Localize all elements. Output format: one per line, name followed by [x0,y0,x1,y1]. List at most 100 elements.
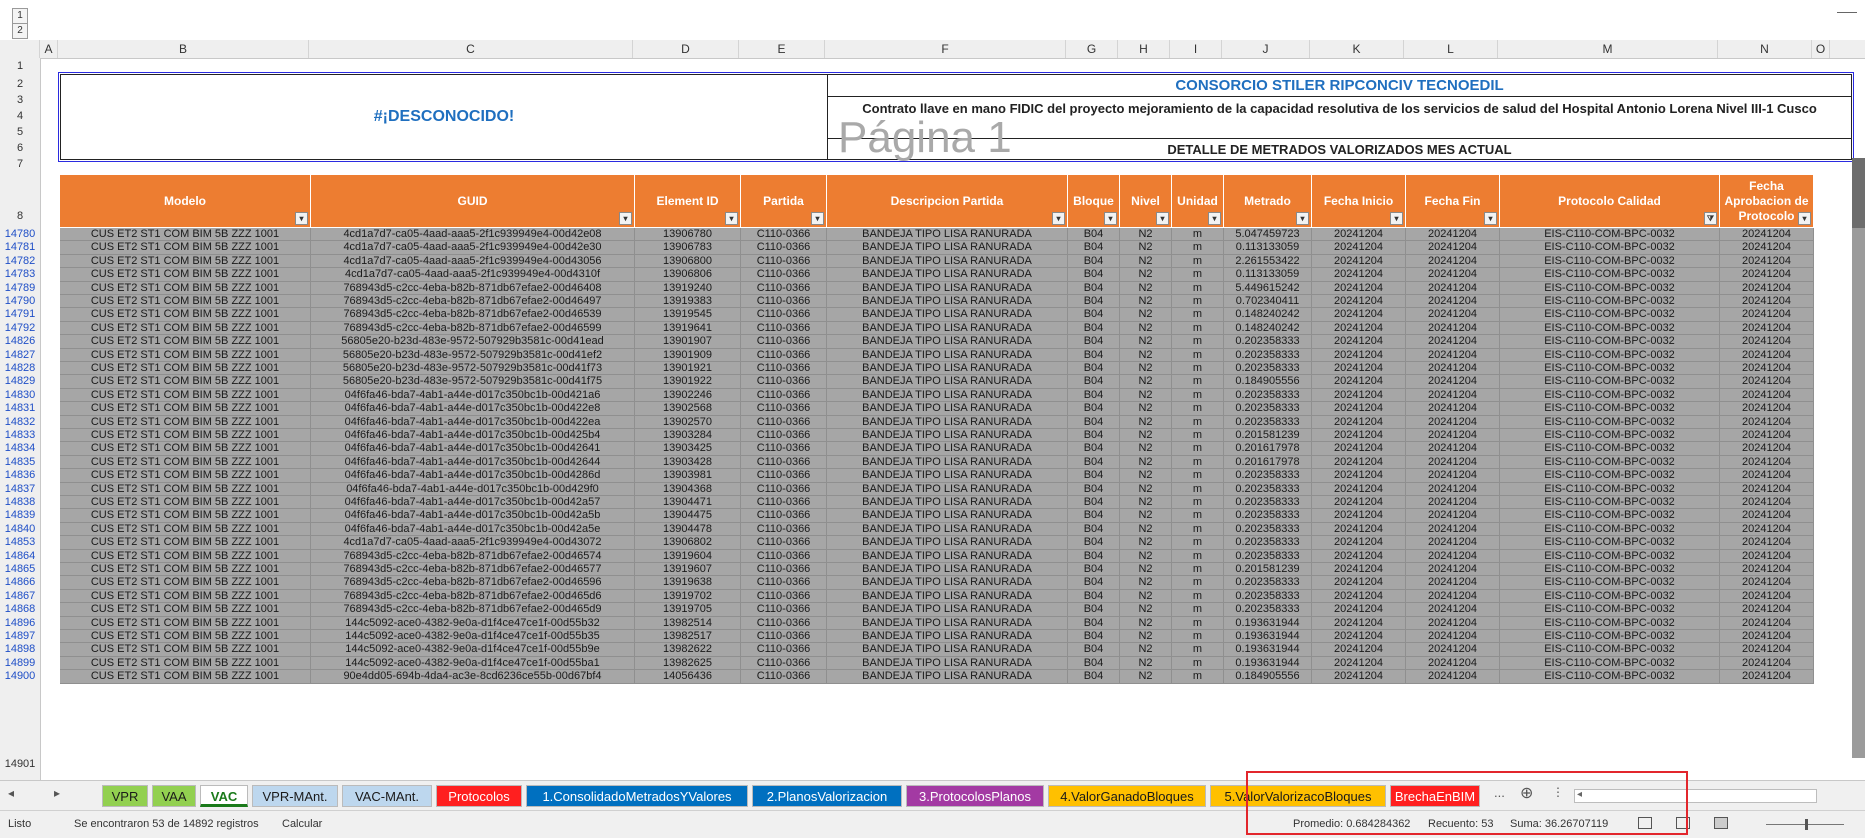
cell-unidad[interactable]: m [1172,402,1224,416]
cell-metrado[interactable]: 0.184905556 [1224,670,1312,684]
sheet-tab-vac-mant[interactable]: VAC-MAnt. [342,785,432,807]
cell-element-id[interactable]: 13904475 [635,509,741,523]
cell-element-id[interactable]: 13906806 [635,268,741,282]
cell-guid[interactable]: 56805e20-b23d-483e-9572-507929b3581c-00d… [311,362,635,376]
cell-partida[interactable]: C110-0366 [741,321,827,336]
filter-dropdown-icon[interactable]: ▾ [619,212,632,225]
cell-descripcion[interactable]: BANDEJA TIPO LISA RANURADA [827,469,1068,483]
cell-fecha-fin[interactable]: 20241204 [1406,522,1500,537]
cell-fecha-inicio[interactable]: 20241204 [1312,643,1406,657]
table-row[interactable]: CUS ET2 ST1 COM BIM 5B ZZZ 1001 768943d5-… [60,295,1850,309]
cell-bloque[interactable]: B04 [1068,469,1120,483]
zoom-slider-handle[interactable] [1805,819,1808,830]
cell-guid[interactable]: 768943d5-c2cc-4eba-b82b-871db67efae2-00d… [311,589,635,604]
cell-element-id[interactable]: 13982622 [635,643,741,657]
cell-metrado[interactable]: 0.193631944 [1224,643,1312,657]
cell-element-id[interactable]: 13906802 [635,536,741,550]
cell-metrado[interactable]: 0.148240242 [1224,308,1312,322]
cell-metrado[interactable]: 0.202358333 [1224,348,1312,362]
row-number[interactable]: 14901 [0,758,40,770]
cell-unidad[interactable]: m [1172,536,1224,550]
cell-metrado[interactable]: 0.202358333 [1224,335,1312,349]
cell-guid[interactable]: 04f6fa46-bda7-4ab1-a44e-d017c350bc1b-00d… [311,455,635,470]
cell-fecha-inicio[interactable]: 20241204 [1312,254,1406,269]
row-number[interactable]: 14853 [0,536,40,548]
cell-nivel[interactable]: N2 [1120,241,1172,255]
cell-fecha-fin[interactable]: 20241204 [1406,616,1500,630]
cell-guid[interactable]: 04f6fa46-bda7-4ab1-a44e-d017c350bc1b-00d… [311,522,635,537]
cell-fecha-aprobacion[interactable]: 20241204 [1720,536,1814,550]
cell-protocolo[interactable]: EIS-C110-COM-BPC-0032 [1500,616,1720,630]
cell-partida[interactable]: C110-0366 [741,429,827,443]
cell-protocolo[interactable]: EIS-C110-COM-BPC-0032 [1500,509,1720,523]
cell-unidad[interactable]: m [1172,589,1224,604]
cell-unidad[interactable]: m [1172,308,1224,322]
cell-partida[interactable]: C110-0366 [741,656,827,671]
cell-fecha-inicio[interactable]: 20241204 [1312,616,1406,630]
filter-dropdown-icon[interactable]: ▾ [1104,212,1117,225]
cell-fecha-aprobacion[interactable]: 20241204 [1720,415,1814,429]
cell-guid[interactable]: 144c5092-ace0-4382-9e0a-d1f4ce47ce1f-00d… [311,630,635,644]
cell-fecha-fin[interactable]: 20241204 [1406,228,1500,242]
cell-nivel[interactable]: N2 [1120,603,1172,617]
cell-partida[interactable]: C110-0366 [741,549,827,563]
cell-fecha-aprobacion[interactable]: 20241204 [1720,656,1814,671]
cell-partida[interactable]: C110-0366 [741,295,827,309]
cell-nivel[interactable]: N2 [1120,362,1172,376]
cell-modelo[interactable]: CUS ET2 ST1 COM BIM 5B ZZZ 1001 [60,348,311,362]
cell-fecha-inicio[interactable]: 20241204 [1312,670,1406,684]
cell-protocolo[interactable]: EIS-C110-COM-BPC-0032 [1500,402,1720,416]
cell-unidad[interactable]: m [1172,455,1224,470]
cell-protocolo[interactable]: EIS-C110-COM-BPC-0032 [1500,576,1720,590]
row-number[interactable]: 14781 [0,241,40,253]
cell-nivel[interactable]: N2 [1120,335,1172,349]
cell-descripcion[interactable]: BANDEJA TIPO LISA RANURADA [827,496,1068,510]
cell-protocolo[interactable]: EIS-C110-COM-BPC-0032 [1500,482,1720,496]
header-bloque[interactable]: Bloque ▾ [1068,175,1120,227]
row-number[interactable]: 5 [0,126,40,138]
cell-guid[interactable]: 04f6fa46-bda7-4ab1-a44e-d017c350bc1b-00d… [311,388,635,403]
cell-fecha-inicio[interactable]: 20241204 [1312,576,1406,590]
cell-guid[interactable]: 04f6fa46-bda7-4ab1-a44e-d017c350bc1b-00d… [311,509,635,523]
cell-fecha-fin[interactable]: 20241204 [1406,335,1500,349]
cell-fecha-fin[interactable]: 20241204 [1406,362,1500,376]
cell-metrado[interactable]: 0.193631944 [1224,616,1312,630]
cell-protocolo[interactable]: EIS-C110-COM-BPC-0032 [1500,254,1720,269]
cell-unidad[interactable]: m [1172,496,1224,510]
cell-modelo[interactable]: CUS ET2 ST1 COM BIM 5B ZZZ 1001 [60,603,311,617]
row-number[interactable]: 3 [0,94,40,106]
cell-protocolo[interactable]: EIS-C110-COM-BPC-0032 [1500,563,1720,577]
row-number[interactable]: 14791 [0,308,40,320]
cell-guid[interactable]: 768943d5-c2cc-4eba-b82b-871db67efae2-00d… [311,603,635,617]
cell-bloque[interactable]: B04 [1068,388,1120,403]
cell-unidad[interactable]: m [1172,442,1224,456]
cell-descripcion[interactable]: BANDEJA TIPO LISA RANURADA [827,415,1068,429]
cell-metrado[interactable]: 0.202358333 [1224,482,1312,496]
table-row[interactable]: CUS ET2 ST1 COM BIM 5B ZZZ 1001 4cd1a7d7-… [60,228,1850,242]
cell-fecha-fin[interactable]: 20241204 [1406,348,1500,362]
column-header-n[interactable]: N [1718,40,1812,58]
cell-fecha-inicio[interactable]: 20241204 [1312,268,1406,282]
cell-element-id[interactable]: 13902570 [635,415,741,429]
cell-protocolo[interactable]: EIS-C110-COM-BPC-0032 [1500,603,1720,617]
cell-nivel[interactable]: N2 [1120,656,1172,671]
cell-bloque[interactable]: B04 [1068,496,1120,510]
cell-fecha-aprobacion[interactable]: 20241204 [1720,281,1814,295]
cell-fecha-fin[interactable]: 20241204 [1406,442,1500,456]
row-number[interactable]: 14790 [0,295,40,307]
cell-modelo[interactable]: CUS ET2 ST1 COM BIM 5B ZZZ 1001 [60,375,311,389]
header-metrado[interactable]: Metrado ▾ [1224,175,1312,227]
row-number[interactable]: 14835 [0,456,40,468]
cell-fecha-aprobacion[interactable]: 20241204 [1720,455,1814,470]
cell-descripcion[interactable]: BANDEJA TIPO LISA RANURADA [827,643,1068,657]
column-header-i[interactable]: I [1170,40,1222,58]
table-row[interactable]: CUS ET2 ST1 COM BIM 5B ZZZ 1001 768943d5-… [60,603,1850,617]
cell-fecha-fin[interactable]: 20241204 [1406,670,1500,684]
row-number[interactable]: 14828 [0,362,40,374]
consortium-title[interactable]: CONSORCIO STILER RIPCONCIV TECNOEDIL [828,75,1851,97]
cell-element-id[interactable]: 13903425 [635,442,741,456]
cell-partida[interactable]: C110-0366 [741,616,827,630]
cell-nivel[interactable]: N2 [1120,670,1172,684]
cell-unidad[interactable]: m [1172,281,1224,295]
filter-dropdown-icon[interactable]: ▾ [1052,212,1065,225]
